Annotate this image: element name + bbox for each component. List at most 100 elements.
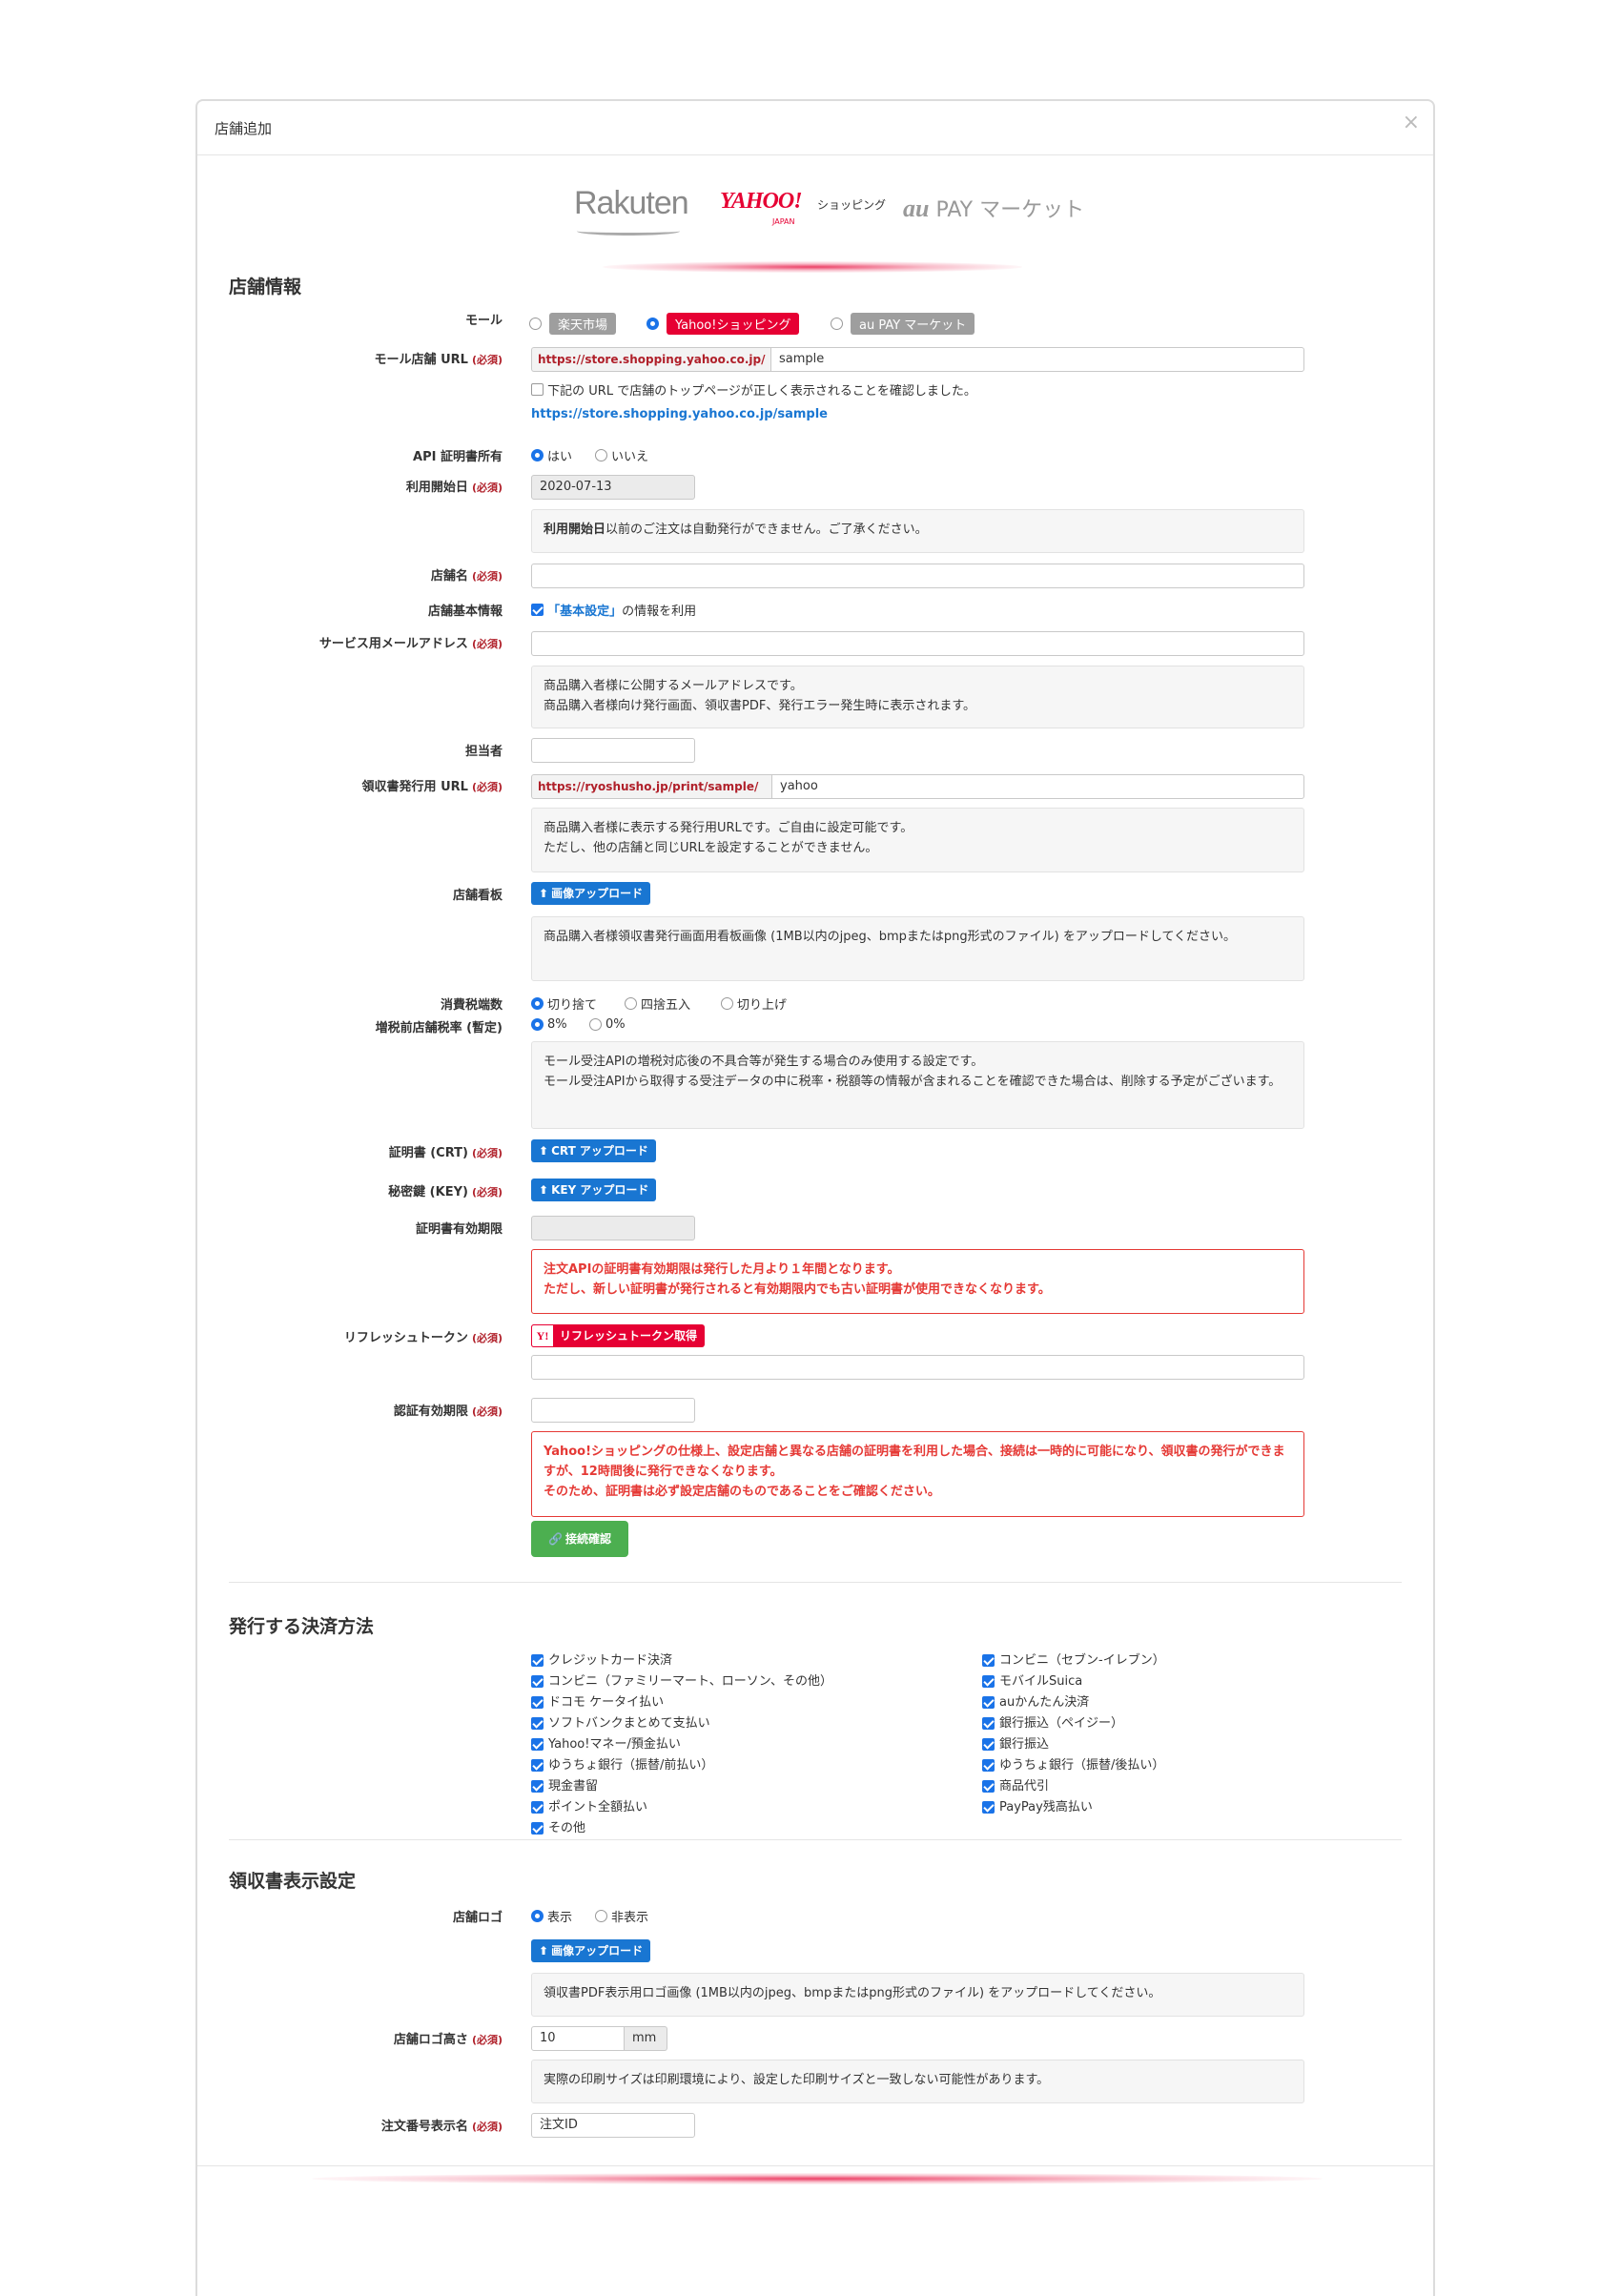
person-input[interactable] xyxy=(531,738,695,763)
close-icon[interactable]: × xyxy=(1403,111,1420,134)
receipt-url-prefix: https://ryoshusho.jp/print/sample/ xyxy=(531,774,771,799)
mall-url-input[interactable]: sample xyxy=(770,347,1304,372)
payment-checkbox[interactable]: ゆうちょ銀行（振替/後払い） xyxy=(982,1754,1164,1773)
mall-radio-yahoo[interactable]: Yahoo!ショッピング xyxy=(646,313,800,335)
upload-icon: ⬆ xyxy=(539,1944,549,1958)
logo-hide-radio[interactable]: 非表示 xyxy=(595,1907,648,1925)
payment-checkbox[interactable]: クレジットカード決済 xyxy=(531,1650,672,1668)
receipt-url-input[interactable]: yahoo xyxy=(771,774,1304,799)
signboard-note: 商品購入者様領収書発行画面用看板画像 (1MB以内のjpeg、bmpまたはpng… xyxy=(531,916,1304,981)
mall-radio-aupay[interactable]: au PAY マーケット xyxy=(831,313,975,335)
store-name-label: 店舗名 (必須) xyxy=(430,569,503,584)
refresh-token-label: リフレッシュトークン (必須) xyxy=(343,1331,503,1345)
logo-height-unit: mm xyxy=(625,2026,667,2051)
mall-radio-rakuten[interactable]: 楽天市場 xyxy=(529,313,617,335)
payment-checkbox[interactable]: コンビニ（セブン-イレブン） xyxy=(982,1650,1165,1668)
tax-rounding-label: 消費税端数 xyxy=(440,998,503,1013)
auth-expiry-warning: Yahoo!ショッピングの仕様上、設定店舗と異なる店舗の証明書を利用した場合、接… xyxy=(531,1431,1304,1517)
upload-icon: ⬆ xyxy=(539,887,549,900)
tax-rate-8-radio[interactable]: 8% xyxy=(531,1017,567,1032)
dialog-header: 店舗追加 × xyxy=(197,101,1433,155)
api-cert-yes-radio[interactable]: はい xyxy=(531,446,572,464)
logo-height-label: 店舗ロゴ高さ (必須) xyxy=(393,2033,503,2047)
start-date-label: 利用開始日 (必須) xyxy=(405,481,503,495)
payment-checkbox[interactable]: モバイルSuica xyxy=(982,1671,1082,1689)
yahoo-logo: YAHOO! xyxy=(720,189,803,214)
logo-show-radio[interactable]: 表示 xyxy=(531,1907,572,1925)
payment-checkbox[interactable]: ソフトバンクまとめて支払い xyxy=(531,1712,710,1731)
store-name-input[interactable] xyxy=(531,564,1304,588)
mall-label: モール xyxy=(464,314,503,328)
payment-checkbox[interactable]: auかんたん決済 xyxy=(982,1691,1089,1710)
start-date-input[interactable]: 2020-07-13 xyxy=(531,475,695,500)
crt-upload-button[interactable]: ⬆ CRT アップロード xyxy=(531,1139,656,1162)
payment-checkbox[interactable]: ポイント全額払い xyxy=(531,1796,647,1814)
payment-checkbox[interactable]: 商品代引 xyxy=(982,1775,1049,1794)
rounding-half-radio[interactable]: 四捨五入 xyxy=(625,994,690,1013)
payment-checkbox[interactable]: 銀行振込 xyxy=(982,1733,1049,1752)
rounding-down-radio[interactable]: 切り捨て xyxy=(531,994,597,1013)
api-cert-label: API 証明書所有 xyxy=(413,450,503,464)
basic-info-checkbox[interactable]: 「基本設定」の情報を利用 xyxy=(531,601,696,619)
url-confirm-checkbox[interactable]: 下記の URL で店舗のトップページが正しく表示されることを確認しました。 xyxy=(531,380,976,399)
service-email-label: サービス用メールアドレス (必須) xyxy=(318,637,503,651)
section-payment: 発行する決済方法 xyxy=(229,1616,375,1637)
cert-expiry-input xyxy=(531,1216,695,1240)
payment-checkbox[interactable]: ゆうちょ銀行（振替/前払い） xyxy=(531,1754,713,1773)
header-glow xyxy=(603,261,1022,273)
auth-expiry-input[interactable] xyxy=(531,1398,695,1423)
rakuten-swoosh xyxy=(577,227,680,236)
receipt-url-note: 商品購入者様に表示する発行用URLです。ご自由に設定可能です。 ただし、他の店舗… xyxy=(531,808,1304,872)
logo-display-label: 店舗ロゴ xyxy=(452,1911,503,1925)
logo-height-note: 実際の印刷サイズは印刷環境により、設定した印刷サイズと一致しない可能性があります… xyxy=(531,2060,1304,2103)
yahoo-japan-mark: JAPAN xyxy=(772,217,795,226)
divider xyxy=(229,1582,1402,1583)
cert-expiry-warning: 注文APIの証明書有効期限は発行した月より１年間となります。 ただし、新しい証明… xyxy=(531,1249,1304,1314)
tax-rate-label: 増税前店舗税率 (暫定) xyxy=(375,1021,503,1035)
payment-checkbox[interactable]: その他 xyxy=(531,1817,585,1835)
payment-checkbox[interactable]: ドコモ ケータイ払い xyxy=(531,1691,664,1710)
service-email-input[interactable] xyxy=(531,631,1304,656)
payment-checkbox[interactable]: コンビニ（ファミリーマート、ローソン、その他） xyxy=(531,1671,832,1689)
tax-rate-note: モール受注APIの増税対応後の不具合等が発生する場合のみ使用する設定です。 モー… xyxy=(531,1041,1304,1129)
cert-expiry-label: 証明書有効期限 xyxy=(415,1222,503,1237)
mall-url-link[interactable]: https://store.shopping.yahoo.co.jp/sampl… xyxy=(531,407,828,421)
rakuten-logo: Rakuten xyxy=(574,185,689,221)
payment-checkbox[interactable]: PayPay残高払い xyxy=(982,1796,1093,1814)
payment-checkbox[interactable]: 銀行振込（ペイジー） xyxy=(982,1712,1123,1731)
payment-checkbox[interactable]: 現金書留 xyxy=(531,1775,598,1794)
api-cert-no-radio[interactable]: いいえ xyxy=(595,446,648,464)
order-label-label: 注文番号表示名 (必須) xyxy=(380,2120,503,2134)
section-store-info: 店舗情報 xyxy=(229,277,302,297)
refresh-token-input[interactable] xyxy=(531,1355,1304,1380)
mall-url-label: モール店舗 URL (必須) xyxy=(374,353,503,367)
service-email-note: 商品購入者様に公開するメールアドレスです。 商品購入者様向け発行画面、領収書PD… xyxy=(531,666,1304,728)
aupay-logo: au PAY マーケット xyxy=(903,195,1085,222)
divider xyxy=(229,1839,1402,1840)
add-store-dialog: 店舗追加 × Rakuten YAHOO! JAPAN ショッピング au PA… xyxy=(195,99,1435,2296)
person-label: 担当者 xyxy=(464,745,503,759)
signboard-upload-button[interactable]: ⬆ 画像アップロード xyxy=(531,882,651,905)
mall-url-prefix: https://store.shopping.yahoo.co.jp/ xyxy=(531,347,770,372)
section-receipt-display: 領収書表示設定 xyxy=(229,1871,357,1892)
upload-icon: ⬆ xyxy=(539,1183,549,1197)
tax-rate-0-radio[interactable]: 0% xyxy=(589,1017,626,1032)
dialog-title: 店舗追加 xyxy=(215,120,273,137)
logo-upload-button[interactable]: ⬆ 画像アップロード xyxy=(531,1939,651,1962)
refresh-token-button[interactable]: Y! リフレッシュトークン取得 xyxy=(531,1324,706,1347)
mall-logos: Rakuten YAHOO! JAPAN ショッピング au PAY マーケット xyxy=(197,177,1433,254)
auth-expiry-label: 認証有効期限 (必須) xyxy=(393,1404,503,1419)
rounding-up-radio[interactable]: 切り上げ xyxy=(721,994,787,1013)
basic-info-label: 店舗基本情報 xyxy=(427,605,503,619)
signboard-label: 店舗看板 xyxy=(452,889,503,903)
divider xyxy=(197,2165,1433,2166)
link-icon: 🔗 xyxy=(548,1532,563,1546)
order-label-input[interactable]: 注文ID xyxy=(531,2113,695,2138)
footer-glow xyxy=(312,2173,1323,2184)
receipt-url-label: 領収書発行用 URL (必須) xyxy=(361,780,503,794)
logo-height-input[interactable]: 10 xyxy=(531,2026,625,2051)
connect-check-button[interactable]: 🔗 接続確認 xyxy=(531,1521,628,1557)
payment-checkbox[interactable]: Yahoo!マネー/預金払い xyxy=(531,1733,681,1752)
upload-icon: ⬆ xyxy=(539,1144,549,1158)
key-upload-button[interactable]: ⬆ KEY アップロード xyxy=(531,1179,657,1201)
